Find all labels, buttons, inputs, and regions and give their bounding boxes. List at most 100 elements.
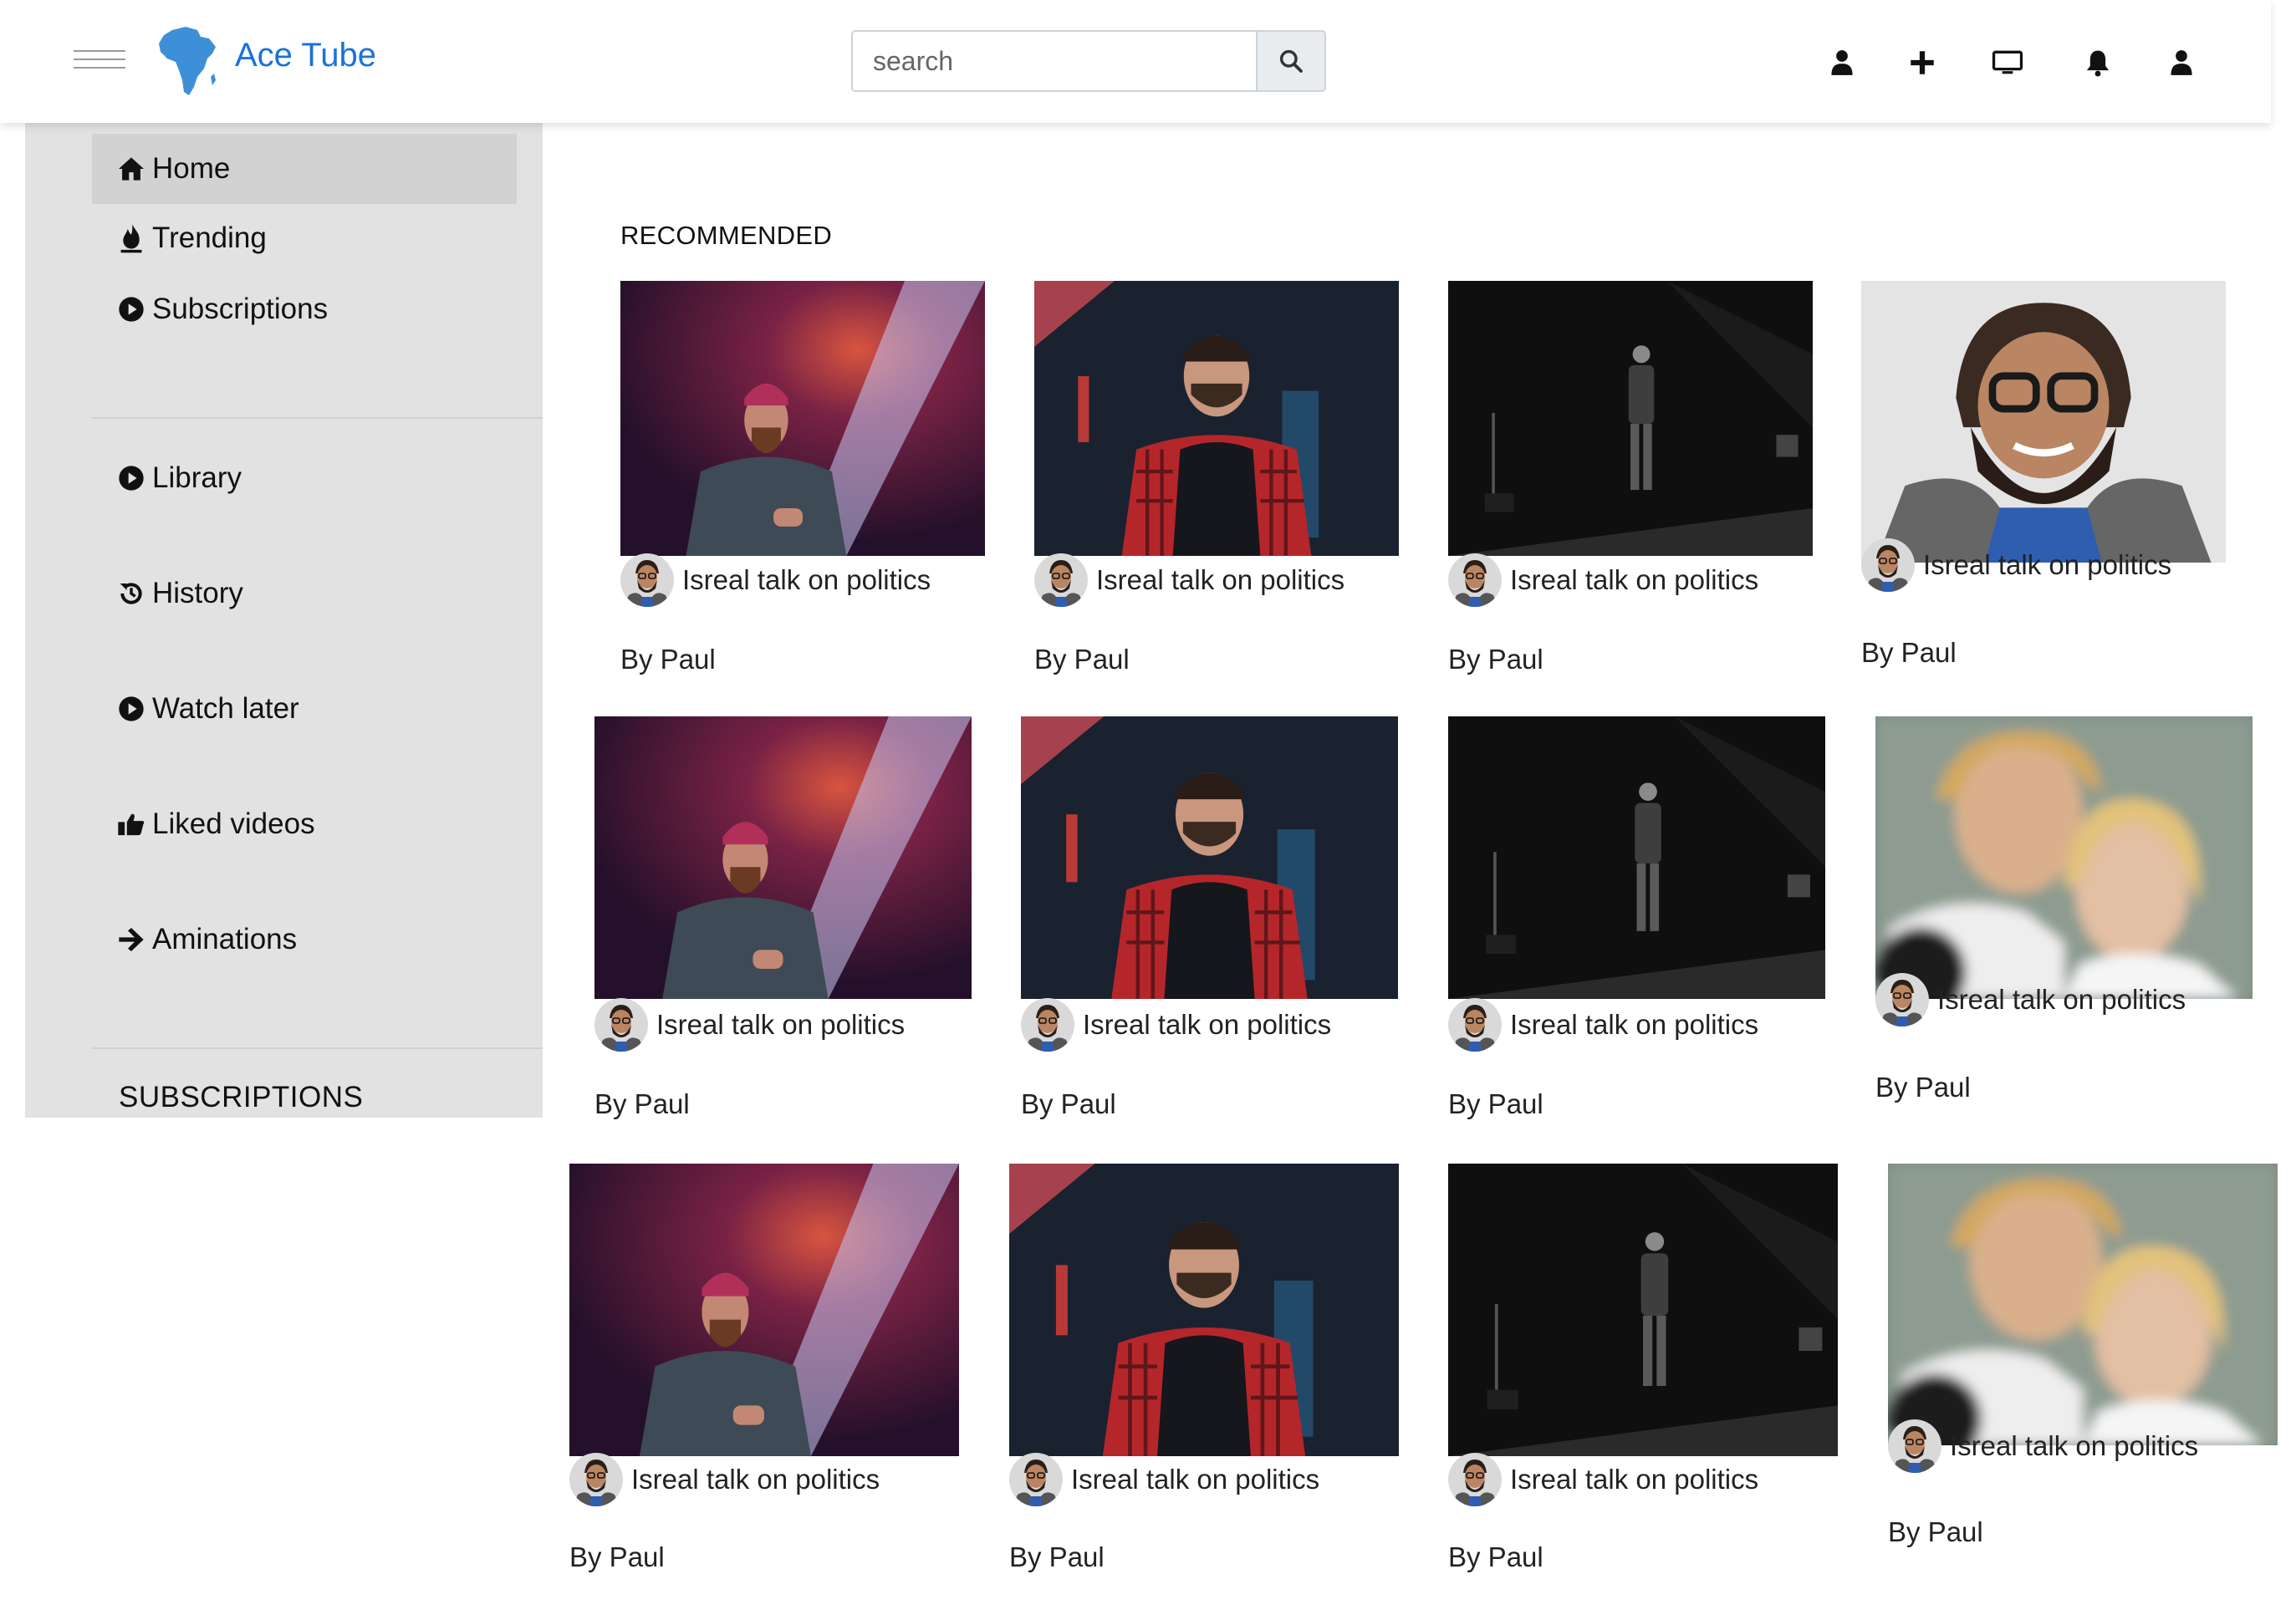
video-author[interactable]: By Paul bbox=[594, 1088, 690, 1120]
history-icon bbox=[117, 579, 145, 608]
monitor-icon[interactable] bbox=[1992, 47, 2023, 79]
video-thumbnail[interactable] bbox=[569, 1164, 959, 1456]
video-title[interactable]: Isreal talk on politics bbox=[1923, 549, 2171, 581]
sidebar-divider bbox=[92, 1047, 543, 1049]
brand-name[interactable]: Ace Tube bbox=[235, 37, 376, 74]
sidebar-item-label: Aminations bbox=[152, 923, 298, 955]
video-card[interactable]: Isreal talk on politics By Paul bbox=[594, 716, 972, 1139]
video-thumbnail[interactable] bbox=[1009, 1164, 1399, 1456]
section-title: RECOMMENDED bbox=[620, 221, 833, 250]
channel-avatar[interactable] bbox=[1448, 553, 1502, 607]
channel-avatar[interactable] bbox=[1875, 973, 1929, 1027]
video-title-row[interactable]: Isreal talk on politics bbox=[1448, 1453, 1758, 1506]
video-author[interactable]: By Paul bbox=[1861, 637, 1957, 669]
sidebar-item-liked-videos[interactable]: Liked videos bbox=[92, 808, 315, 841]
video-title[interactable]: Isreal talk on politics bbox=[1510, 1464, 1758, 1495]
user-icon[interactable] bbox=[2166, 47, 2197, 79]
video-card[interactable]: Isreal talk on politics By Paul bbox=[1034, 281, 1399, 694]
channel-avatar[interactable] bbox=[1861, 538, 1915, 592]
video-author[interactable]: By Paul bbox=[1875, 1072, 1971, 1103]
top-header: Ace Tube bbox=[0, 0, 2271, 123]
play-circle-icon bbox=[117, 464, 145, 492]
video-title[interactable]: Isreal talk on politics bbox=[1510, 1009, 1758, 1041]
video-card[interactable]: Isreal talk on politics By Paul bbox=[1021, 716, 1398, 1139]
video-author[interactable]: By Paul bbox=[1021, 1088, 1116, 1120]
sidebar-item-library[interactable]: Library bbox=[92, 461, 242, 495]
home-icon bbox=[117, 155, 145, 183]
sidebar-item-trending[interactable]: Trending bbox=[92, 222, 267, 255]
video-author[interactable]: By Paul bbox=[620, 644, 716, 675]
video-author[interactable]: By Paul bbox=[1888, 1516, 1983, 1548]
video-thumbnail[interactable] bbox=[1448, 1164, 1838, 1456]
sidebar-item-history[interactable]: History bbox=[92, 577, 243, 610]
video-author[interactable]: By Paul bbox=[1448, 1088, 1543, 1120]
video-card[interactable]: Isreal talk on politics By Paul bbox=[1875, 716, 2253, 1122]
video-thumbnail[interactable] bbox=[1034, 281, 1399, 556]
plus-icon[interactable] bbox=[1906, 47, 1938, 79]
channel-avatar[interactable] bbox=[569, 1453, 623, 1506]
video-card[interactable]: Isreal talk on politics By Paul bbox=[1861, 281, 2226, 687]
sidebar-item-home[interactable]: Home bbox=[92, 134, 517, 204]
user-icon[interactable] bbox=[1826, 47, 1858, 79]
video-title-row[interactable]: Isreal talk on politics bbox=[1888, 1419, 2198, 1473]
channel-avatar[interactable] bbox=[1448, 998, 1502, 1052]
channel-avatar[interactable] bbox=[620, 553, 674, 607]
sidebar-item-aminations[interactable]: Aminations bbox=[92, 923, 297, 956]
video-card[interactable]: Isreal talk on politics By Paul bbox=[1448, 1164, 1838, 1592]
search-button[interactable] bbox=[1256, 30, 1326, 92]
video-thumbnail[interactable] bbox=[1875, 716, 2253, 999]
video-title[interactable]: Isreal talk on politics bbox=[1096, 564, 1344, 596]
video-title-row[interactable]: Isreal talk on politics bbox=[1448, 998, 1758, 1052]
search-input[interactable] bbox=[851, 30, 1256, 92]
channel-avatar[interactable] bbox=[1009, 1453, 1063, 1506]
video-author[interactable]: By Paul bbox=[1448, 1541, 1543, 1573]
video-title[interactable]: Isreal talk on politics bbox=[1937, 984, 2186, 1016]
video-thumbnail[interactable] bbox=[1888, 1164, 2278, 1445]
video-thumbnail[interactable] bbox=[1448, 281, 1813, 556]
video-card[interactable]: Isreal talk on politics By Paul bbox=[569, 1164, 959, 1592]
video-author[interactable]: By Paul bbox=[1448, 644, 1543, 675]
video-card[interactable]: Isreal talk on politics By Paul bbox=[620, 281, 985, 694]
video-card[interactable]: Isreal talk on politics By Paul bbox=[1009, 1164, 1399, 1592]
thumbs-up-icon bbox=[117, 810, 145, 838]
video-title[interactable]: Isreal talk on politics bbox=[1510, 564, 1758, 596]
video-title[interactable]: Isreal talk on politics bbox=[1071, 1464, 1319, 1495]
video-title-row[interactable]: Isreal talk on politics bbox=[1034, 553, 1344, 607]
video-title-row[interactable]: Isreal talk on politics bbox=[1861, 538, 2171, 592]
sidebar-item-label: Subscriptions bbox=[152, 293, 329, 325]
video-author[interactable]: By Paul bbox=[1034, 644, 1130, 675]
video-thumbnail[interactable] bbox=[1861, 281, 2226, 563]
video-thumbnail[interactable] bbox=[1448, 716, 1825, 999]
channel-avatar[interactable] bbox=[1888, 1419, 1941, 1473]
bell-icon[interactable] bbox=[2082, 47, 2114, 79]
video-thumbnail[interactable] bbox=[594, 716, 972, 999]
channel-avatar[interactable] bbox=[1034, 553, 1088, 607]
video-title-row[interactable]: Isreal talk on politics bbox=[1875, 973, 2186, 1027]
channel-avatar[interactable] bbox=[1448, 1453, 1502, 1506]
video-title[interactable]: Isreal talk on politics bbox=[1083, 1009, 1331, 1041]
menu-icon[interactable] bbox=[74, 50, 125, 72]
video-title[interactable]: Isreal talk on politics bbox=[1950, 1430, 2198, 1462]
sidebar-item-subscriptions[interactable]: Subscriptions bbox=[92, 293, 328, 326]
video-thumbnail[interactable] bbox=[1021, 716, 1398, 999]
video-title-row[interactable]: Isreal talk on politics bbox=[569, 1453, 880, 1506]
sidebar-item-label: History bbox=[152, 577, 243, 609]
sidebar-item-label: Library bbox=[152, 461, 242, 494]
video-thumbnail[interactable] bbox=[620, 281, 985, 556]
video-title-row[interactable]: Isreal talk on politics bbox=[1009, 1453, 1319, 1506]
video-title-row[interactable]: Isreal talk on politics bbox=[620, 553, 931, 607]
sidebar-item-watch-later[interactable]: Watch later bbox=[92, 692, 299, 726]
video-author[interactable]: By Paul bbox=[569, 1541, 665, 1573]
video-title[interactable]: Isreal talk on politics bbox=[656, 1009, 905, 1041]
video-title-row[interactable]: Isreal talk on politics bbox=[1448, 553, 1758, 607]
video-author[interactable]: By Paul bbox=[1009, 1541, 1105, 1573]
video-card[interactable]: Isreal talk on politics By Paul bbox=[1888, 1164, 2278, 1567]
video-title[interactable]: Isreal talk on politics bbox=[631, 1464, 880, 1495]
video-card[interactable]: Isreal talk on politics By Paul bbox=[1448, 716, 1825, 1139]
video-title-row[interactable]: Isreal talk on politics bbox=[594, 998, 905, 1052]
channel-avatar[interactable] bbox=[594, 998, 648, 1052]
video-title[interactable]: Isreal talk on politics bbox=[682, 564, 931, 596]
channel-avatar[interactable] bbox=[1021, 998, 1074, 1052]
video-card[interactable]: Isreal talk on politics By Paul bbox=[1448, 281, 1813, 694]
video-title-row[interactable]: Isreal talk on politics bbox=[1021, 998, 1331, 1052]
